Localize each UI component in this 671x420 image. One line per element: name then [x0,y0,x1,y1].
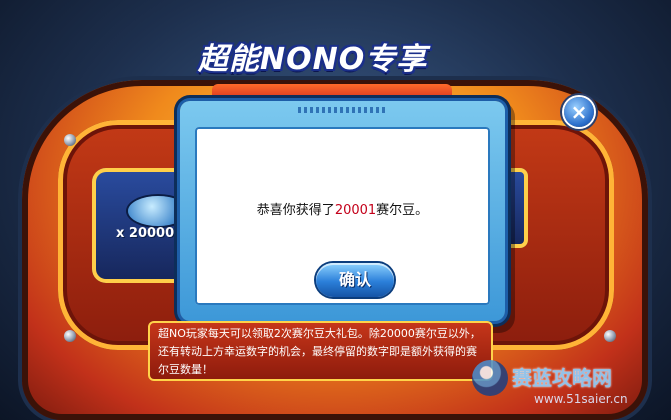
bolt-decoration [604,330,616,342]
close-button[interactable]: × [564,97,594,127]
game-title: 超能NONO专享 [198,42,428,77]
reward-dialog: 恭喜你获得了20001赛尔豆。 确认 [180,101,505,321]
bolt-decoration [64,330,76,342]
dialog-drag-grip[interactable] [298,107,388,113]
reward-amount-badge: x 20000 [116,226,175,241]
dialog-body: 恭喜你获得了20001赛尔豆。 确认 [195,127,490,305]
watermark-name: 赛蓝攻略网 [512,366,612,390]
dialog-message: 恭喜你获得了20001赛尔豆。 [195,199,490,218]
confirm-button[interactable]: 确认 [316,263,394,297]
bolt-decoration [64,134,76,146]
reward-amount: 20001 [334,203,377,218]
message-suffix: 赛尔豆。 [376,203,429,218]
message-prefix: 恭喜你获得了 [256,203,335,218]
watermark-url: www.51saier.cn [534,392,628,406]
seer-bean-icon [128,196,188,226]
close-icon: × [570,100,588,124]
game-scene: x 20000 超能NONO专享 × 恭喜你获得了20001赛尔豆。 确认 超N… [0,0,671,420]
watermark-logo-icon [472,360,508,396]
info-description: 超NO玩家每天可以领取2次赛尔豆大礼包。除20000赛尔豆以外，还有转动上方幸运… [148,321,493,381]
